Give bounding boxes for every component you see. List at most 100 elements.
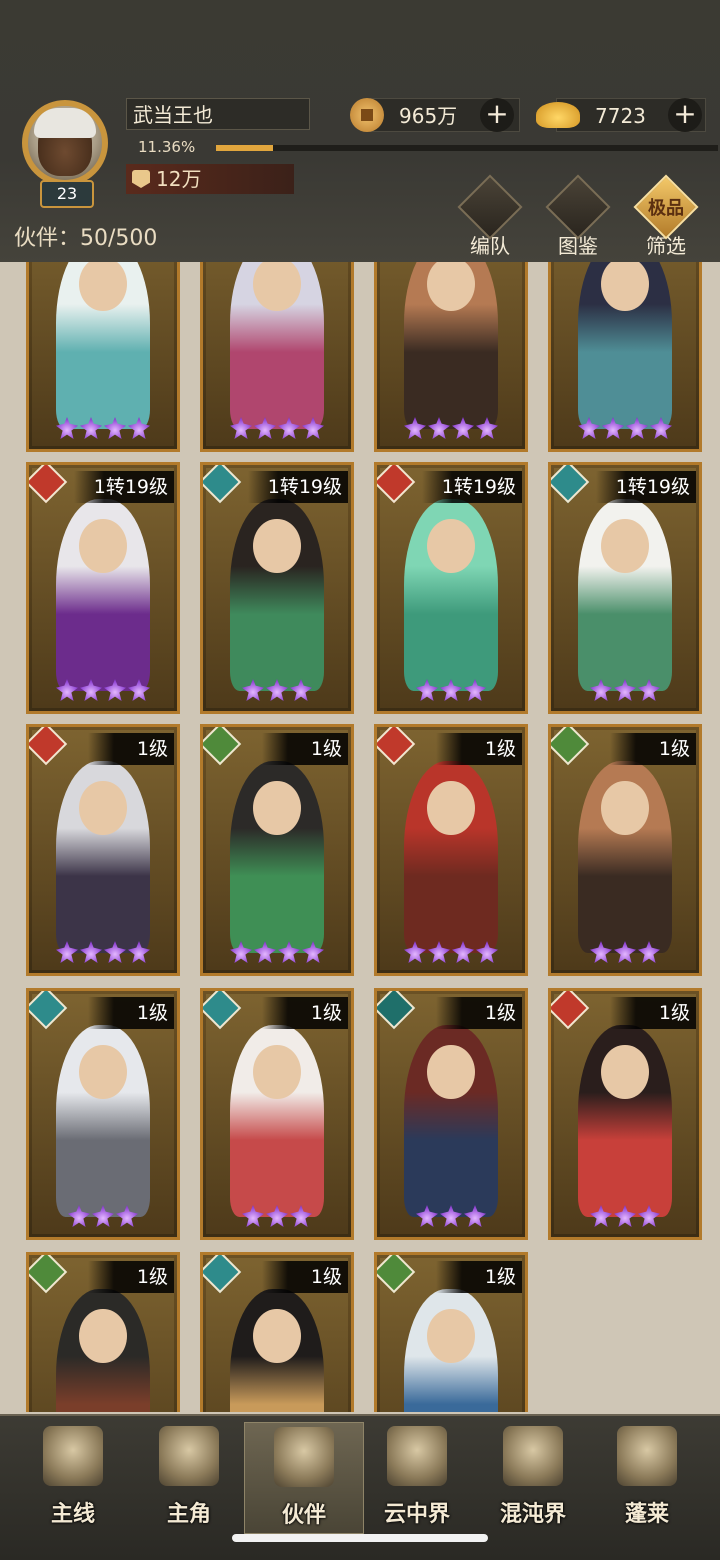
star-icon [638, 1205, 660, 1227]
partner-card[interactable]: 1级 [374, 988, 528, 1240]
star-icon [128, 417, 150, 439]
tab-cloud-realm[interactable]: 云中界 [358, 1422, 476, 1532]
star-rating [203, 679, 351, 705]
star-icon [254, 417, 276, 439]
star-icon [56, 941, 78, 963]
partner-card[interactable]: 1转19级 [548, 462, 702, 714]
star-icon [104, 679, 126, 701]
star-rating [551, 679, 699, 705]
combat-power: 12万 [126, 164, 294, 194]
star-icon [638, 941, 660, 963]
star-icon [626, 417, 648, 439]
exp-progress-bar [216, 145, 718, 151]
star-rating [551, 941, 699, 967]
star-icon [68, 1205, 90, 1227]
star-icon [56, 679, 78, 701]
tab-hero[interactable]: 主角 [130, 1422, 248, 1532]
partner-face [427, 781, 475, 836]
star-rating [29, 1205, 177, 1231]
star-rating [377, 941, 525, 967]
partner-card[interactable]: 1级 [548, 724, 702, 976]
partner-card[interactable]: 1级 [26, 1252, 180, 1412]
partner-face [79, 519, 127, 574]
star-rating [377, 417, 525, 443]
star-icon [638, 679, 660, 701]
partner-card[interactable]: 1级 [374, 724, 528, 976]
partner-face [427, 519, 475, 574]
partner-card[interactable]: 1级 [200, 988, 354, 1240]
star-icon [602, 417, 624, 439]
partner-face [253, 1045, 301, 1100]
star-icon [476, 941, 498, 963]
partner-level: 1级 [88, 997, 174, 1029]
partner-card[interactable]: 1级 [374, 1252, 528, 1412]
partner-card[interactable] [374, 262, 528, 452]
star-icon [302, 941, 324, 963]
star-icon [464, 679, 486, 701]
team-formation-button[interactable]: 编队 [454, 174, 526, 258]
star-icon [254, 941, 276, 963]
add-ingots-button[interactable]: + [668, 98, 702, 132]
partner-card[interactable]: 1转19级 [26, 462, 180, 714]
partner-card[interactable] [548, 262, 702, 452]
tab-partner[interactable]: 伙伴 [244, 1422, 364, 1534]
partner-card[interactable]: 1级 [548, 988, 702, 1240]
partner-card[interactable] [26, 262, 180, 452]
partner-card[interactable]: 1转19级 [200, 462, 354, 714]
add-coins-button[interactable]: + [480, 98, 514, 132]
star-icon [590, 941, 612, 963]
chaos-realm-icon [503, 1426, 563, 1486]
star-icon [416, 1205, 438, 1227]
partner-face [601, 1045, 649, 1100]
nav-label: 混沌界 [499, 1502, 566, 1527]
star-icon [104, 941, 126, 963]
partner-level: 1级 [610, 997, 696, 1029]
partner-face [253, 781, 301, 836]
tab-main-quest[interactable]: 主线 [14, 1422, 132, 1532]
star-icon [476, 417, 498, 439]
partner-card[interactable]: 1级 [26, 988, 180, 1240]
star-rating [551, 1205, 699, 1231]
penglai-icon [617, 1426, 677, 1486]
star-icon [428, 417, 450, 439]
partner-card[interactable]: 1转19级 [374, 462, 528, 714]
filter-badge: 极品 [648, 198, 684, 219]
tab-chaos-realm[interactable]: 混沌界 [474, 1422, 592, 1532]
crossed-swords-icon [43, 1426, 103, 1486]
star-rating [29, 417, 177, 443]
star-icon [128, 941, 150, 963]
partner-level: 1转19级 [421, 471, 522, 503]
partner-level: 1级 [436, 733, 522, 765]
partner-face [601, 519, 649, 574]
partner-card[interactable] [200, 262, 354, 452]
star-icon [302, 417, 324, 439]
partner-level: 1级 [88, 733, 174, 765]
nav-label: 云中界 [383, 1502, 450, 1527]
player-level-badge: 23 [40, 180, 94, 208]
partner-face [427, 1045, 475, 1100]
partner-level: 1级 [262, 997, 348, 1029]
star-rating [29, 679, 177, 705]
star-rating [203, 417, 351, 443]
filter-button[interactable]: 极品 筛选 [630, 174, 702, 258]
partner-card[interactable]: 1级 [200, 724, 354, 976]
star-icon [614, 941, 636, 963]
combat-power-value: 12万 [156, 167, 202, 191]
gold-ingot-icon [536, 102, 580, 128]
star-icon [80, 679, 102, 701]
star-icon [104, 417, 126, 439]
partner-level: 1级 [436, 1261, 522, 1293]
partner-count: 伙伴：50/500 [14, 226, 158, 251]
star-icon [290, 1205, 312, 1227]
star-icon [404, 941, 426, 963]
star-icon [278, 417, 300, 439]
player-name: 武当王也 [126, 98, 310, 130]
star-rating [203, 941, 351, 967]
star-rating [29, 941, 177, 967]
partner-card[interactable]: 1级 [26, 724, 180, 976]
tab-penglai[interactable]: 蓬莱 [588, 1422, 706, 1532]
partner-face [79, 781, 127, 836]
star-icon [614, 679, 636, 701]
codex-button[interactable]: 图鉴 [542, 174, 614, 258]
partner-card[interactable]: 1级 [200, 1252, 354, 1412]
